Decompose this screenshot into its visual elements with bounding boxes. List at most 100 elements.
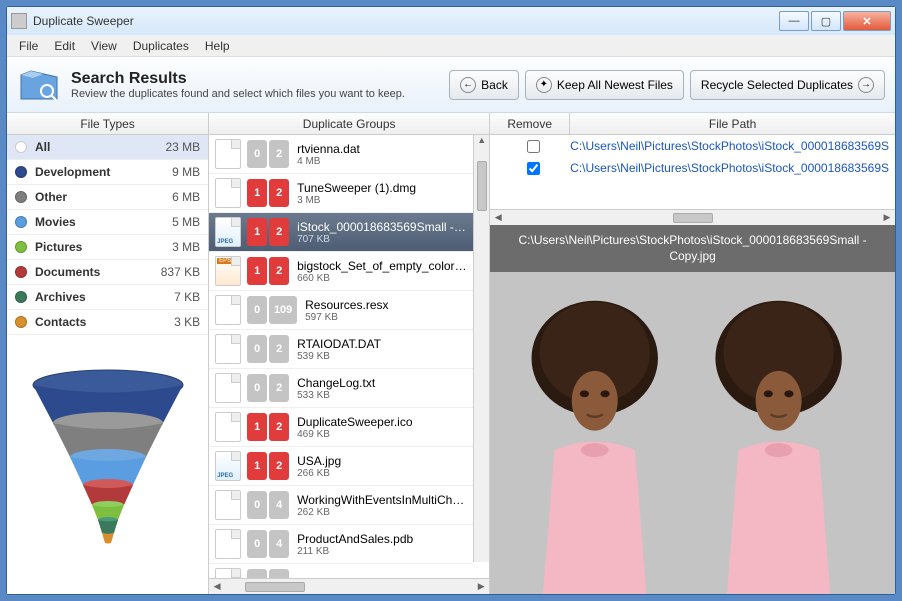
groups-vscroll[interactable]: ▲ (473, 135, 489, 562)
file-icon (215, 178, 241, 208)
file-icon (215, 490, 241, 520)
type-color-dot (15, 241, 27, 253)
file-type-row[interactable]: Documents837 KB (7, 260, 208, 285)
group-row[interactable]: 12TuneSweeper (1).dmg3 MB (209, 174, 473, 213)
file-type-row[interactable]: Pictures3 MB (7, 235, 208, 260)
maximize-button[interactable]: ▢ (811, 11, 841, 31)
right-pane: Remove File Path C:\Users\Neil\Pictures\… (490, 113, 895, 594)
group-row[interactable]: 12DuplicateSweeper.ico469 KB (209, 408, 473, 447)
badge-total: 2 (269, 257, 289, 285)
app-icon (11, 13, 27, 29)
group-row[interactable]: 12iStock_000018683569Small - Copy.jp707 … (209, 213, 473, 252)
groups-hscroll[interactable]: ◀▶ (209, 578, 489, 594)
group-row[interactable]: 02ChangeLog.txt533 KB (209, 369, 473, 408)
type-size: 5 MB (172, 215, 200, 229)
group-row[interactable]: 04 RealTimeUpdate.pdb (209, 564, 473, 578)
group-filesize: 3 MB (297, 195, 467, 206)
badge-total: 2 (269, 452, 289, 480)
group-row[interactable]: 12 bigstock_Set_of_empty_colorful_tags660… (209, 252, 473, 291)
window-title: Duplicate Sweeper (33, 14, 779, 28)
file-icon (215, 139, 241, 169)
menu-duplicates[interactable]: Duplicates (125, 37, 197, 55)
back-button[interactable]: ← Back (449, 70, 519, 100)
badge-total: 4 (269, 530, 289, 558)
group-filesize: 597 KB (305, 312, 467, 323)
recycle-button[interactable]: Recycle Selected Duplicates → (690, 70, 885, 100)
group-filesize: 707 KB (297, 234, 467, 245)
file-path: C:\Users\Neil\Pictures\StockPhotos\iStoc… (570, 161, 889, 175)
sidebar: File Types All23 MBDevelopment9 MBOther6… (7, 113, 209, 594)
dup-badges: 12 (247, 218, 289, 246)
group-filesize: 211 KB (297, 546, 467, 557)
file-icon (215, 334, 241, 364)
group-text: RealTimeUpdate.pdb (297, 576, 467, 578)
type-name: Development (35, 165, 172, 179)
folder-search-icon (17, 63, 61, 107)
group-row[interactable]: 02rtvienna.dat4 MB (209, 135, 473, 174)
app-window: Duplicate Sweeper — ▢ ✕ File Edit View D… (6, 6, 896, 595)
dup-badges: 04 (247, 569, 289, 578)
group-text: USA.jpg266 KB (297, 454, 467, 479)
group-filesize: 660 KB (297, 273, 467, 284)
header-text: Search Results Review the duplicates fou… (71, 70, 405, 100)
path-row[interactable]: C:\Users\Neil\Pictures\StockPhotos\iStoc… (490, 157, 895, 179)
type-color-dot (15, 166, 27, 178)
group-row[interactable]: 12 USA.jpg266 KB (209, 447, 473, 486)
group-filename: WorkingWithEventsInMultiChart.pdb (297, 493, 467, 507)
menubar: File Edit View Duplicates Help (7, 35, 895, 57)
group-filesize: 4 MB (297, 156, 467, 167)
file-icon (215, 568, 241, 578)
group-text: bigstock_Set_of_empty_colorful_tags660 K… (297, 259, 467, 284)
remove-header: Remove (490, 113, 570, 135)
remove-checkbox[interactable] (527, 140, 540, 153)
type-color-dot (15, 316, 27, 328)
window-buttons: — ▢ ✕ (779, 11, 891, 31)
minimize-button[interactable]: — (779, 11, 809, 31)
type-color-dot (15, 216, 27, 228)
group-row[interactable]: 0109Resources.resx597 KB (209, 291, 473, 330)
file-type-row[interactable]: All23 MB (7, 135, 208, 160)
type-size: 3 KB (174, 315, 200, 329)
file-type-row[interactable]: Contacts3 KB (7, 310, 208, 335)
page-title: Search Results (71, 70, 405, 88)
arrow-right-icon: → (858, 77, 874, 93)
menu-view[interactable]: View (83, 37, 125, 55)
close-button[interactable]: ✕ (843, 11, 891, 31)
type-color-dot (15, 266, 27, 278)
menu-file[interactable]: File (11, 37, 46, 55)
file-icon (215, 529, 241, 559)
badge-total: 2 (269, 335, 289, 363)
group-row[interactable]: 04ProductAndSales.pdb211 KB (209, 525, 473, 564)
menu-help[interactable]: Help (197, 37, 238, 55)
group-filename: ChangeLog.txt (297, 376, 467, 390)
file-type-row[interactable]: Other6 MB (7, 185, 208, 210)
group-filename: ProductAndSales.pdb (297, 532, 467, 546)
group-text: RTAIODAT.DAT539 KB (297, 337, 467, 362)
file-type-row[interactable]: Archives7 KB (7, 285, 208, 310)
file-path: C:\Users\Neil\Pictures\StockPhotos\iStoc… (570, 139, 889, 153)
badge-keep: 1 (247, 218, 267, 246)
path-row[interactable]: C:\Users\Neil\Pictures\StockPhotos\iStoc… (490, 135, 895, 157)
file-icon (215, 217, 241, 247)
group-text: DuplicateSweeper.ico469 KB (297, 415, 467, 440)
remove-checkbox[interactable] (527, 162, 540, 175)
dup-badges: 12 (247, 257, 289, 285)
page-subtitle: Review the duplicates found and select w… (71, 88, 405, 100)
preview-image (490, 272, 895, 594)
group-text: Resources.resx597 KB (305, 298, 467, 323)
group-filename: DuplicateSweeper.ico (297, 415, 467, 429)
preview-caption: C:\Users\Neil\Pictures\StockPhotos\iStoc… (490, 225, 895, 272)
type-color-dot (15, 141, 27, 153)
menu-edit[interactable]: Edit (46, 37, 83, 55)
type-size: 3 MB (172, 240, 200, 254)
file-type-row[interactable]: Movies5 MB (7, 210, 208, 235)
dup-badges: 12 (247, 452, 289, 480)
keep-newest-button[interactable]: ✦ Keep All Newest Files (525, 70, 684, 100)
group-row[interactable]: 04WorkingWithEventsInMultiChart.pdb262 K… (209, 486, 473, 525)
file-type-row[interactable]: Development9 MB (7, 160, 208, 185)
group-row[interactable]: 02RTAIODAT.DAT539 KB (209, 330, 473, 369)
arrow-left-icon: ← (460, 77, 476, 93)
groups-header: Duplicate Groups (209, 113, 489, 135)
paths-hscroll[interactable]: ◀▶ (490, 209, 895, 225)
file-types-list: All23 MBDevelopment9 MBOther6 MBMovies5 … (7, 135, 208, 335)
